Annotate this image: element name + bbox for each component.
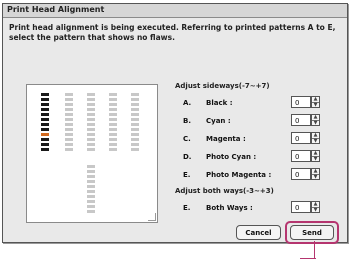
row-cyan: B. Cyan : 0 ▲ ▼ (181, 114, 336, 130)
stepper-down-icon[interactable]: ▼ (312, 175, 319, 180)
row-label: Magenta : (206, 135, 246, 143)
black-stepper[interactable]: ▲ ▼ (311, 96, 320, 108)
row-label: Photo Cyan : (206, 153, 257, 161)
row-letter: A. (183, 99, 192, 107)
stepper-down-icon[interactable]: ▼ (312, 157, 319, 162)
both-ways-value-field[interactable]: 0 (291, 201, 311, 213)
row-label: Cyan : (206, 117, 231, 125)
stepper-down-icon[interactable]: ▼ (312, 121, 319, 126)
callout-line (314, 241, 315, 259)
cancel-button[interactable]: Cancel (236, 225, 281, 240)
row-photo-magenta: E. Photo Magenta : 0 ▲ ▼ (181, 168, 336, 184)
cyan-stepper[interactable]: ▲ ▼ (311, 114, 320, 126)
row-both-ways: E. Both Ways : 0 ▲ ▼ (181, 201, 336, 217)
callout-tick (300, 258, 316, 259)
dialog-title: Print Head Alignment (7, 5, 105, 14)
row-label: Black : (206, 99, 233, 107)
print-head-alignment-dialog: Print Head Alignment Print head alignmen… (2, 3, 348, 244)
send-button[interactable]: Send (290, 225, 334, 240)
stepper-down-icon[interactable]: ▼ (312, 208, 319, 213)
title-bar: Print Head Alignment (3, 4, 347, 18)
pattern-column (65, 93, 73, 153)
photo-cyan-value-field[interactable]: 0 (291, 150, 311, 162)
magenta-value-field[interactable]: 0 (291, 132, 311, 144)
sideways-heading: Adjust sideways(-7~+7) (175, 82, 270, 90)
pattern-column (131, 93, 139, 153)
pattern-column (109, 93, 117, 153)
row-letter: E. (183, 204, 191, 212)
photo-cyan-stepper[interactable]: ▲ ▼ (311, 150, 320, 162)
stepper-down-icon[interactable]: ▼ (312, 103, 319, 108)
pattern-preview (26, 84, 158, 223)
row-letter: B. (183, 117, 191, 125)
black-value-field[interactable]: 0 (291, 96, 311, 108)
pattern-column-lower (87, 165, 95, 215)
resize-grip-icon[interactable] (148, 213, 156, 221)
pattern-column-dark (41, 93, 49, 153)
row-letter: C. (183, 135, 191, 143)
magenta-stepper[interactable]: ▲ ▼ (311, 132, 320, 144)
row-photo-cyan: D. Photo Cyan : 0 ▲ ▼ (181, 150, 336, 166)
cyan-value-field[interactable]: 0 (291, 114, 311, 126)
row-label: Photo Magenta : (206, 171, 272, 179)
photo-magenta-stepper[interactable]: ▲ ▼ (311, 168, 320, 180)
photo-magenta-value-field[interactable]: 0 (291, 168, 311, 180)
instructions-text: Print head alignment is being executed. … (9, 23, 336, 42)
both-ways-stepper[interactable]: ▲ ▼ (311, 201, 320, 213)
row-letter: E. (183, 171, 191, 179)
row-black: A. Black : 0 ▲ ▼ (181, 96, 336, 112)
stepper-down-icon[interactable]: ▼ (312, 139, 319, 144)
pattern-column (87, 93, 95, 153)
row-magenta: C. Magenta : 0 ▲ ▼ (181, 132, 336, 148)
row-letter: D. (183, 153, 192, 161)
both-ways-heading: Adjust both ways(-3~+3) (175, 187, 274, 195)
row-label: Both Ways : (206, 204, 253, 212)
